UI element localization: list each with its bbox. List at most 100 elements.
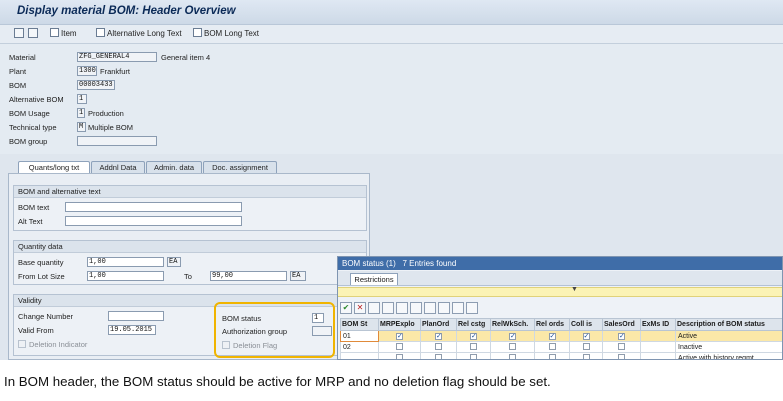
find-icon[interactable]	[396, 302, 408, 314]
alt-text-label: Alt Text	[18, 217, 43, 226]
bom-status-cell[interactable]: 01	[340, 330, 379, 342]
column-header[interactable]: MRPExplo	[378, 318, 421, 331]
alt-long-text-label: Alternative Long Text	[107, 29, 182, 38]
popup-entry-count: 7 Entries found	[402, 259, 457, 268]
lot-size-unit[interactable]: EA	[290, 271, 306, 281]
plant-field[interactable]: 1300	[77, 66, 97, 76]
column-header[interactable]: PlanOrd	[420, 318, 457, 331]
bom-long-text-label: BOM Long Text	[204, 29, 259, 38]
from-lot-size-label: From Lot Size	[18, 272, 65, 281]
column-header[interactable]: Description of BOM status	[675, 318, 782, 331]
material-label: Material	[9, 53, 36, 62]
bom-status-cell[interactable]	[340, 352, 379, 359]
material-field[interactable]: ZFG_GENERAL4	[77, 52, 157, 62]
layout-icon[interactable]	[424, 302, 436, 314]
change-number-label: Change Number	[18, 312, 74, 321]
display-change-icon[interactable]	[14, 28, 24, 38]
alt-text-field[interactable]	[65, 216, 242, 226]
wks-cell: ✓	[490, 330, 535, 342]
column-header[interactable]: Rel ords	[534, 318, 570, 331]
sort-icon[interactable]	[382, 302, 394, 314]
to-lot-size-field[interactable]: 99,00	[210, 271, 287, 281]
table-row[interactable]: Active with history reqmt	[340, 352, 782, 359]
tech-type-description: Multiple BOM	[88, 123, 134, 132]
quantity-data-group: Quantity data Base quantity 1,00 EA From…	[13, 240, 367, 285]
checkbox-icon	[470, 354, 477, 359]
bom-usage-description: Production	[88, 109, 124, 118]
item-button-label: Item	[61, 29, 77, 38]
tab-restrictions[interactable]: Restrictions	[350, 273, 398, 285]
more-icon[interactable]	[466, 302, 478, 314]
deletion-indicator-label: Deletion Indicator	[29, 340, 88, 349]
bom-label: BOM	[9, 81, 27, 90]
status-description-cell: Inactive	[675, 341, 782, 353]
tech-type-field[interactable]: M	[77, 122, 86, 132]
alt-long-text-button[interactable]: Alternative Long Text	[96, 28, 182, 40]
highlight-annotation	[214, 302, 335, 358]
settings-icon[interactable]	[438, 302, 450, 314]
bom-status-cell[interactable]: 02	[340, 341, 379, 353]
base-quantity-field[interactable]: 1,00	[87, 257, 164, 267]
checkbox-icon	[582, 354, 590, 359]
tab-admin-data[interactable]: Admin. data	[146, 161, 202, 173]
bom-field[interactable]: 00003433	[77, 80, 115, 90]
plan-cell	[420, 341, 457, 353]
checkbox-icon	[396, 343, 403, 350]
bom-text-field[interactable]	[65, 202, 242, 212]
column-header[interactable]: Coll is	[569, 318, 603, 331]
deletion-indicator-checkbox[interactable]	[18, 340, 26, 348]
bom-group-label: BOM group	[9, 137, 48, 146]
tech-type-label: Technical type	[9, 123, 57, 132]
cancel-icon[interactable]: ✕	[354, 302, 366, 314]
valid-from-field[interactable]: 19.05.2015	[108, 325, 156, 335]
header-area: Material ZFG_GENERAL4 General item 4 Pla…	[0, 44, 783, 154]
from-lot-size-field[interactable]: 1,00	[87, 271, 164, 281]
base-quantity-label: Base quantity	[18, 258, 64, 267]
bom-long-text-button[interactable]: BOM Long Text	[193, 28, 259, 40]
change-number-field[interactable]	[108, 311, 164, 321]
column-header[interactable]: ExMs ID	[640, 318, 676, 331]
ords-cell	[534, 341, 570, 353]
exms-id-cell	[640, 341, 676, 353]
check-icon[interactable]: ✔	[340, 302, 352, 314]
column-header[interactable]: BOM St	[340, 318, 379, 331]
collapse-arrow-icon[interactable]: ▼	[571, 286, 578, 293]
window-titlebar: Display material BOM: Header Overview	[0, 0, 783, 25]
table-row[interactable]: 02 Inactive	[340, 341, 782, 353]
checkbox-icon	[618, 343, 625, 350]
filter-icon[interactable]	[368, 302, 380, 314]
tab-quants-long-txt[interactable]: Quants/long txt	[18, 161, 90, 173]
bom-group-field[interactable]	[77, 136, 157, 146]
alt-bom-field[interactable]: 1	[77, 94, 87, 104]
column-header[interactable]: Rel cstg	[456, 318, 491, 331]
application-toolbar: Item Alternative Long Text BOM Long Text	[0, 25, 783, 44]
edit-text-icon	[96, 28, 105, 37]
exms-id-cell	[640, 330, 676, 342]
checkbox-icon	[396, 354, 403, 359]
cstg-cell: ✓	[456, 330, 491, 342]
wks-cell	[490, 352, 535, 359]
tab-doc-assignment[interactable]: Doc. assignment	[203, 161, 277, 173]
base-quantity-unit[interactable]: EA	[167, 257, 181, 267]
exms-id-cell	[640, 352, 676, 359]
checkbox-icon	[470, 343, 477, 350]
column-header[interactable]: SalesOrd	[602, 318, 641, 331]
find-next-icon[interactable]	[410, 302, 422, 314]
item-icon	[50, 28, 59, 37]
other-object-icon[interactable]	[28, 28, 38, 38]
alt-bom-label: Alternative BOM	[9, 95, 64, 104]
column-header[interactable]: RelWkSch.	[490, 318, 535, 331]
tab-addnl-data[interactable]: Addnl Data	[91, 161, 145, 173]
checked-checkbox-icon: ✓	[509, 333, 516, 340]
mrp-cell	[378, 341, 421, 353]
bom-text-label: BOM text	[18, 203, 50, 212]
item-button[interactable]: Item	[50, 28, 77, 40]
restrictions-collapse-bar[interactable]: ▼	[338, 286, 782, 297]
bom-status-table: BOM St MRPExplo PlanOrd Rel cstg RelWkSc…	[340, 318, 782, 359]
mrp-cell: ✓	[378, 330, 421, 342]
sap-screen: Display material BOM: Header Overview It…	[0, 0, 783, 360]
bom-usage-field[interactable]: 1	[77, 108, 85, 118]
checkbox-icon	[509, 343, 516, 350]
export-icon[interactable]	[452, 302, 464, 314]
table-row[interactable]: 01 ✓ ✓ ✓ ✓ ✓ ✓ ✓ Active	[340, 330, 782, 342]
